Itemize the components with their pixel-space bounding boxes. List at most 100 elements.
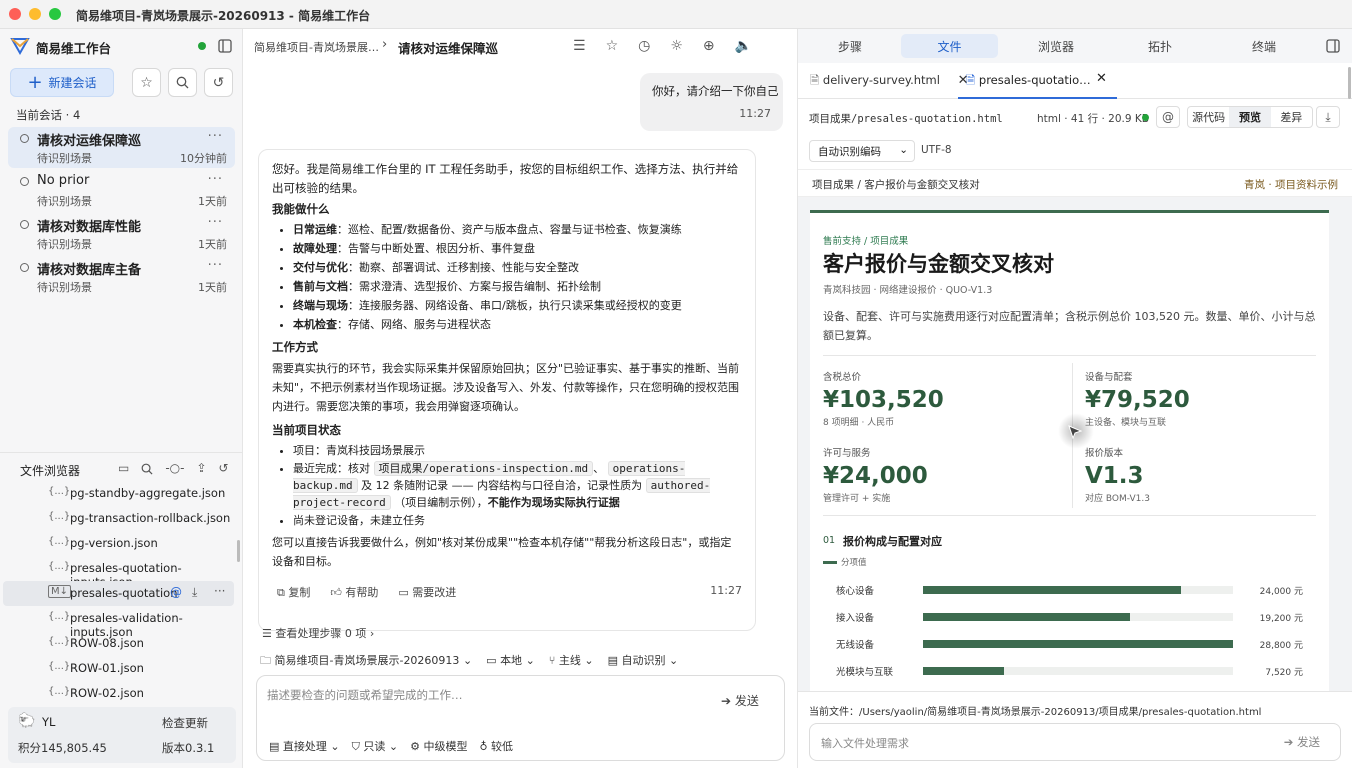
chat-input[interactable]: 描述要检查的问题或希望完成的工作… bbox=[267, 687, 463, 703]
more-icon[interactable]: ··· bbox=[214, 584, 225, 598]
file-item[interactable]: {...}presales-quotation-inputs.json bbox=[0, 556, 243, 589]
location-selector[interactable]: ▭ 本地 ⌄ bbox=[486, 652, 535, 671]
kpi-sub: 8 项明细 · 人民币 bbox=[823, 418, 895, 428]
section-title: 报价构成与配置对应 bbox=[843, 535, 942, 548]
session-more-icon[interactable]: ··· bbox=[208, 215, 223, 230]
mention-button[interactable]: @ bbox=[1156, 106, 1180, 128]
scene-selector[interactable]: ▤ 自动识别 ⌄ bbox=[608, 652, 679, 671]
avatar[interactable]: 🐑 bbox=[18, 713, 38, 731]
bar-track bbox=[923, 667, 1233, 675]
history-icon[interactable]: ◷ bbox=[638, 38, 650, 54]
session-more-icon[interactable]: ··· bbox=[208, 129, 223, 144]
collapse-icon[interactable]: -○- bbox=[165, 461, 184, 475]
session-item[interactable]: 请核对运维保障巡 ··· 待识别场景 10分钟前 bbox=[8, 127, 235, 168]
mention-icon[interactable]: @ bbox=[170, 585, 182, 599]
panel-layout-icon[interactable] bbox=[1326, 39, 1340, 53]
session-more-icon[interactable]: ··· bbox=[208, 172, 223, 187]
project-selector[interactable]: 🗀 简易维项目-青岚场景展示-20260913 ⌄ bbox=[260, 652, 472, 671]
file-item[interactable]: {...} ROW-08.json bbox=[0, 631, 243, 656]
branch-selector[interactable]: ⑂ 主线 ⌄ bbox=[549, 652, 594, 671]
file-name: pg-version.json bbox=[70, 536, 158, 550]
file-item-selected[interactable]: M↓ presales-quotation @ ⤓ ··· bbox=[3, 581, 234, 606]
diff-view-button[interactable]: 差异 bbox=[1271, 107, 1312, 127]
markdown-file-icon: M↓ bbox=[48, 585, 72, 598]
improve-button[interactable]: ▭ 需要改进 bbox=[398, 584, 456, 600]
encoding-select[interactable]: 自动识别编码 ⌄ bbox=[809, 140, 915, 162]
tabs-scrollbar[interactable] bbox=[1348, 67, 1351, 99]
send-button[interactable]: ➔ 发送 bbox=[721, 692, 759, 709]
source-view-button[interactable]: 源代码 bbox=[1188, 107, 1229, 127]
json-file-icon: {...} bbox=[48, 686, 71, 697]
globe-icon[interactable]: ⊕ bbox=[703, 38, 715, 54]
folder-icon[interactable]: ▭ bbox=[118, 461, 129, 475]
model-selector[interactable]: ⚙ 中级模型 bbox=[410, 738, 467, 754]
file-item[interactable]: {...} ROW-02.json bbox=[0, 681, 243, 706]
refresh-icon[interactable]: ↺ bbox=[219, 461, 229, 475]
file-item[interactable]: {...} ROW-01.json bbox=[0, 656, 243, 681]
bar-label: 接入设备 bbox=[836, 613, 875, 624]
file-name: pg-standby-aggregate.json bbox=[70, 486, 226, 500]
file-request-input[interactable]: 输入文件处理需求 bbox=[821, 735, 909, 751]
bar-mark bbox=[923, 613, 1130, 621]
favorite-button[interactable]: ☆ bbox=[132, 68, 161, 97]
minimize-window-button[interactable] bbox=[29, 8, 41, 20]
maximize-window-button[interactable] bbox=[49, 8, 61, 20]
new-chat-button[interactable]: + 新建会话 bbox=[10, 68, 114, 97]
json-file-icon: {...} bbox=[48, 561, 71, 572]
file-item[interactable]: {...} pg-transaction-rollback.json bbox=[0, 506, 243, 531]
breadcrumb-project[interactable]: 简易维项目-青岚场景展… bbox=[254, 39, 379, 55]
kpi-value: ¥24,000 bbox=[823, 463, 928, 489]
tab-topology[interactable]: 拓扑 bbox=[1114, 34, 1206, 58]
work-method-text: 需要真实执行的环节，我会实际采集并保留原始回执；区分"已验证事实、基于事实的推断… bbox=[272, 362, 740, 413]
bar-mark bbox=[923, 667, 1004, 675]
file-tab-active[interactable]: 🗎 presales-quotatio… ✕ bbox=[958, 65, 1117, 99]
permission-selector[interactable]: ⛉ 只读 ⌄ bbox=[352, 738, 398, 754]
cursor-arrow-icon bbox=[1068, 425, 1082, 439]
session-more-icon[interactable]: ··· bbox=[208, 258, 223, 273]
bar-value-label: 24,000 元 bbox=[1259, 587, 1303, 597]
tab-terminal[interactable]: 终端 bbox=[1218, 34, 1310, 58]
tab-browser[interactable]: 浏览器 bbox=[1010, 34, 1102, 58]
session-status-icon bbox=[20, 134, 29, 143]
preview-view-button[interactable]: 预览 bbox=[1229, 107, 1271, 127]
calendar-icon: ▤ bbox=[607, 654, 619, 667]
history-button[interactable]: ↺ bbox=[204, 68, 233, 97]
session-item[interactable]: 请核对数据库性能 ··· 待识别场景 1天前 bbox=[8, 213, 235, 254]
tab-steps[interactable]: 步骤 bbox=[811, 34, 889, 58]
app-logo-icon bbox=[10, 38, 30, 56]
upload-icon[interactable]: ⇪ bbox=[196, 461, 206, 475]
file-request-send-button[interactable]: ➔ 发送 bbox=[1284, 734, 1320, 750]
file-item[interactable]: {...} presales-validation-inputs.json bbox=[0, 606, 243, 639]
mode-selector[interactable]: ▤ 直接处理 ⌄ bbox=[269, 738, 340, 754]
view-steps-link[interactable]: ☰ 查看处理步骤 0 项 › bbox=[262, 625, 374, 641]
file-item[interactable]: {...} pg-version.json bbox=[0, 531, 243, 556]
download-icon[interactable]: ⤓ bbox=[192, 585, 197, 600]
speaker-icon[interactable]: 🔈 bbox=[735, 38, 752, 54]
download-button[interactable]: ⤓ bbox=[1316, 106, 1340, 128]
sidebar-toggle-icon[interactable] bbox=[218, 39, 232, 53]
check-update-button[interactable]: 检查更新 bbox=[162, 715, 208, 731]
search-button[interactable] bbox=[168, 68, 197, 97]
tab-files[interactable]: 文件 bbox=[901, 34, 998, 58]
close-icon[interactable]: ✕ bbox=[1096, 71, 1107, 86]
gear-icon: ⚙ bbox=[410, 740, 420, 753]
session-item[interactable]: No prior ··· 待识别场景 1天前 bbox=[8, 170, 235, 211]
session-item[interactable]: 请核对数据库主备 ··· 待识别场景 1天前 bbox=[8, 256, 235, 297]
file-item[interactable]: {...} pg-standby-aggregate.json bbox=[0, 481, 243, 506]
search-icon[interactable] bbox=[141, 463, 153, 475]
file-list-scrollbar[interactable] bbox=[237, 540, 240, 562]
capability-name: 日常运维 bbox=[293, 223, 337, 236]
section-divider bbox=[0, 452, 243, 453]
encoding-value: UTF-8 bbox=[921, 144, 952, 156]
list-icon[interactable]: ☰ bbox=[573, 38, 586, 54]
helpful-button[interactable]: 👍︎ 有帮助 bbox=[330, 584, 378, 600]
sidebar: 简易维工作台 + 新建会话 ☆ ↺ 当前会话 · 4 请核对运维保障巡 ··· … bbox=[0, 29, 243, 768]
close-window-button[interactable] bbox=[9, 8, 21, 20]
bar-track bbox=[923, 640, 1233, 648]
effort-selector[interactable]: ♁ 较低 bbox=[479, 738, 513, 754]
capability-desc: ：存储、网络、服务与进程状态 bbox=[337, 318, 491, 331]
file-tab[interactable]: 🗎 delivery-survey.html ✕ bbox=[810, 73, 969, 92]
sun-icon[interactable]: ☼ bbox=[670, 38, 683, 54]
star-icon[interactable]: ☆ bbox=[606, 38, 619, 54]
copy-button[interactable]: ⧉ 复制 bbox=[277, 584, 310, 600]
